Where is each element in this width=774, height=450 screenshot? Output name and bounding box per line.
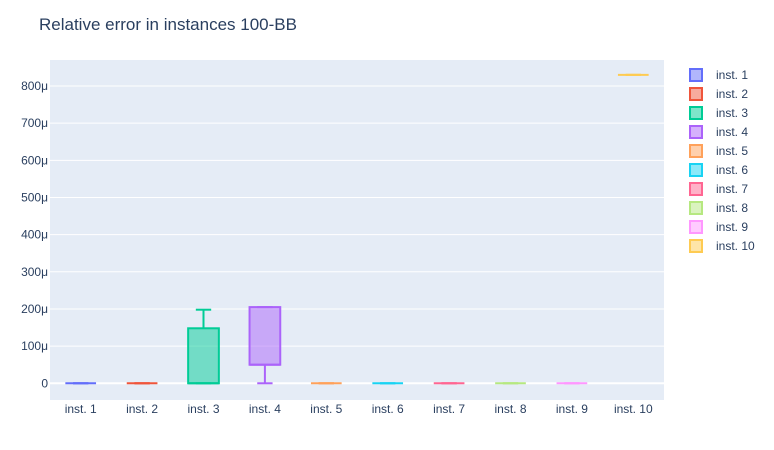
x-tick-label: inst. 6 [372, 402, 404, 416]
legend-item-1[interactable]: inst. 1 [689, 68, 748, 82]
legend-label: inst. 8 [716, 201, 748, 215]
legend-item-8[interactable]: inst. 8 [689, 201, 748, 215]
x-tick-label: inst. 3 [187, 402, 219, 416]
legend-swatch [689, 87, 703, 101]
legend-item-7[interactable]: inst. 7 [689, 182, 748, 196]
legend-item-5[interactable]: inst. 5 [689, 144, 748, 158]
x-tick-label: inst. 2 [126, 402, 158, 416]
x-tick-label: inst. 1 [65, 402, 97, 416]
legend-label: inst. 2 [716, 87, 748, 101]
legend-swatch [689, 125, 703, 139]
y-tick-label: 400μ [21, 228, 48, 242]
legend-label: inst. 5 [716, 144, 748, 158]
legend-swatch [689, 239, 703, 253]
legend-swatch [689, 182, 703, 196]
y-tick-label: 500μ [21, 190, 48, 204]
legend-label: inst. 7 [716, 182, 748, 196]
legend-swatch [689, 163, 703, 177]
legend-swatch [689, 201, 703, 215]
legend-swatch [689, 68, 703, 82]
x-tick-label: inst. 10 [614, 402, 653, 416]
chart-title: Relative error in instances 100-BB [39, 15, 297, 34]
legend-swatch [689, 106, 703, 120]
plot-area [50, 60, 664, 400]
y-tick-label: 0 [41, 376, 48, 390]
x-tick-label: inst. 4 [249, 402, 281, 416]
legend-label: inst. 1 [716, 68, 748, 82]
y-axis: 0 100μ 200μ 300μ 400μ 500μ 600μ 700μ 800μ [21, 79, 48, 390]
box-body [248, 306, 282, 366]
x-tick-label: inst. 7 [433, 402, 465, 416]
legend-item-6[interactable]: inst. 6 [689, 163, 748, 177]
legend-label: inst. 6 [716, 163, 748, 177]
legend-item-3[interactable]: inst. 3 [689, 106, 748, 120]
y-tick-label: 200μ [21, 302, 48, 316]
legend-label: inst. 3 [716, 106, 748, 120]
x-tick-label: inst. 8 [494, 402, 526, 416]
legend-swatch [689, 144, 703, 158]
x-tick-label: inst. 5 [310, 402, 342, 416]
legend-item-2[interactable]: inst. 2 [689, 87, 748, 101]
legend-swatch [689, 220, 703, 234]
legend-item-10[interactable]: inst. 10 [689, 239, 755, 253]
legend-item-9[interactable]: inst. 9 [689, 220, 748, 234]
box-body [187, 327, 220, 385]
box-chart: Relative error in instances 100-BB 0 100μ… [0, 0, 774, 450]
legend-label: inst. 10 [716, 239, 755, 253]
y-tick-label: 700μ [21, 116, 48, 130]
legend-label: inst. 9 [716, 220, 748, 234]
y-tick-label: 800μ [21, 79, 48, 93]
x-tick-label: inst. 9 [556, 402, 588, 416]
y-tick-label: 300μ [21, 265, 48, 279]
legend-item-4[interactable]: inst. 4 [689, 125, 748, 139]
legend-label: inst. 4 [716, 125, 748, 139]
y-tick-label: 100μ [21, 339, 48, 353]
y-tick-label: 600μ [21, 153, 48, 167]
